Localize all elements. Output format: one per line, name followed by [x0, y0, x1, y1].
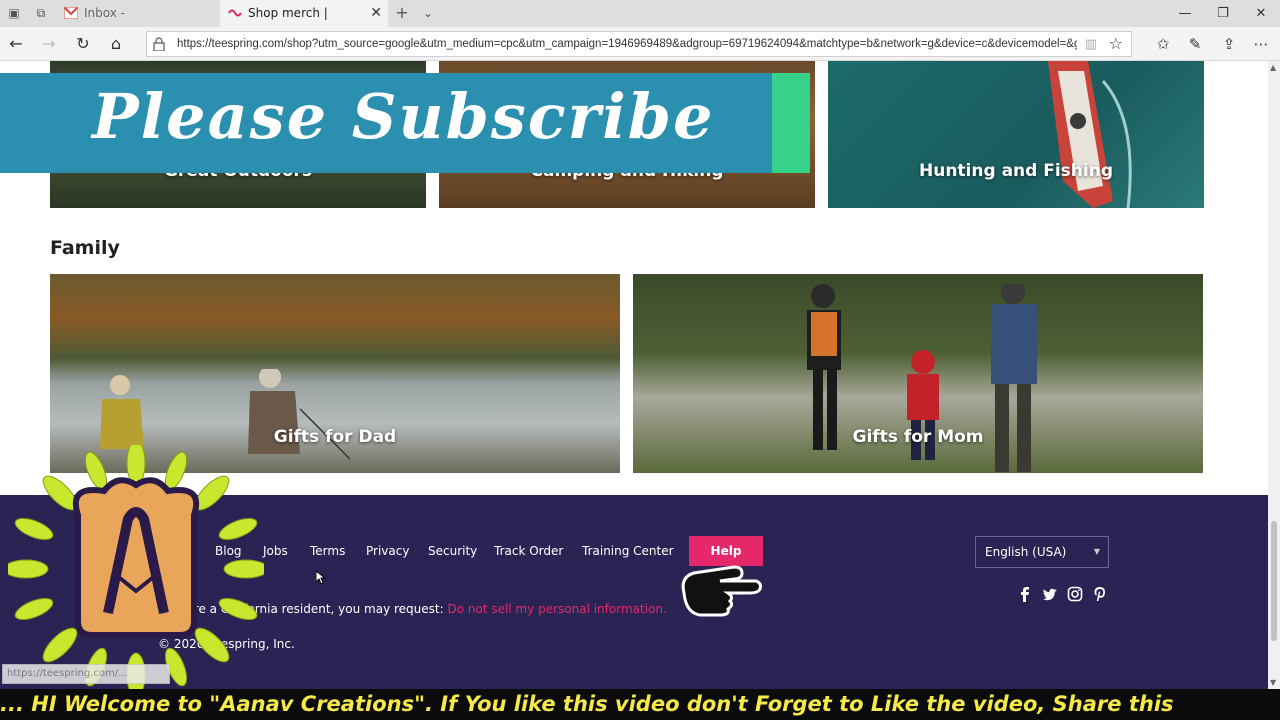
address-toolbar: ← → ↻ ⌂ https://teespring.com/shop?utm_s… — [0, 27, 1280, 61]
footer-link-terms[interactable]: Terms — [310, 544, 345, 558]
twitter-icon[interactable] — [1042, 586, 1058, 602]
language-select[interactable]: English (USA) ▼ — [975, 536, 1109, 568]
home-icon[interactable]: ⌂ — [105, 33, 127, 55]
footer-link-privacy[interactable]: Privacy — [366, 544, 409, 558]
address-bar[interactable]: https://teespring.com/shop?utm_source=go… — [146, 31, 1132, 57]
gmail-icon — [64, 7, 78, 19]
facebook-icon[interactable] — [1017, 586, 1033, 602]
favorites-icon[interactable]: ✩ — [1152, 33, 1174, 55]
pointing-hand-icon — [681, 565, 762, 617]
subscribe-text: Please Subscribe — [92, 80, 715, 153]
minimize-icon[interactable]: — — [1166, 0, 1204, 27]
tab-list-chevron-icon[interactable]: ⌄ — [420, 5, 436, 21]
pinterest-icon[interactable] — [1092, 586, 1108, 602]
tab-bar: ▣ ⧉ Inbox - nigrity@gmail.com Shop merch… — [0, 0, 1280, 47]
close-window-icon[interactable]: ✕ — [1242, 0, 1280, 27]
scroll-thumb[interactable] — [1271, 521, 1277, 641]
share-icon[interactable]: ⇪ — [1218, 33, 1240, 55]
page-scrollbar[interactable]: ▲ ▼ — [1268, 61, 1280, 689]
maximize-icon[interactable]: ❐ — [1204, 0, 1242, 27]
card-label: Gifts for Dad — [273, 427, 397, 447]
subscribe-banner-accent — [772, 73, 810, 173]
reading-view-icon[interactable]: ▥ — [1085, 37, 1097, 52]
lock-icon — [153, 37, 165, 51]
status-bar-url: https://teespring.com/... — [2, 664, 170, 684]
boat-image — [1048, 61, 1132, 208]
do-not-sell-link[interactable]: Do not sell my personal information. — [448, 602, 667, 616]
footer-link-jobs[interactable]: Jobs — [263, 544, 288, 558]
footer-link-security[interactable]: Security — [428, 544, 477, 558]
scrolling-ticker: ... HI Welcome to "Aanav Creations". If … — [0, 689, 1280, 720]
channel-logo — [8, 445, 264, 693]
forward-icon: → — [42, 34, 56, 53]
favorite-star-icon[interactable]: ☆ — [1109, 34, 1123, 53]
set-aside-tabs-icon[interactable]: ⧉ — [33, 5, 49, 21]
category-card-gifts-for-mom[interactable]: Gifts for Mom — [633, 274, 1203, 473]
section-title-family: Family — [50, 237, 120, 259]
footer-link-training-center[interactable]: Training Center — [582, 544, 674, 558]
refresh-icon[interactable]: ↻ — [72, 33, 94, 55]
category-card-gifts-for-dad[interactable]: Gifts for Dad — [50, 274, 620, 473]
scroll-down-icon[interactable]: ▼ — [1270, 678, 1276, 687]
mouse-cursor-icon — [316, 571, 326, 585]
instagram-icon[interactable] — [1067, 586, 1083, 602]
url-text[interactable]: https://teespring.com/shop?utm_source=go… — [177, 32, 1077, 56]
ticker-text: ... HI Welcome to "Aanav Creations". If … — [0, 692, 1174, 716]
new-tab-icon[interactable]: + — [394, 5, 410, 21]
category-card-hunting-fishing[interactable]: Hunting and Fishing — [828, 61, 1204, 208]
teespring-icon — [228, 9, 242, 17]
card-label: Hunting and Fishing — [919, 161, 1113, 181]
tab-actions-icon[interactable]: ▣ — [6, 5, 22, 21]
tab-teespring[interactable]: Shop merch | Teespring ✕ — [220, 0, 388, 47]
tab-gmail[interactable]: Inbox - nigrity@gmail.com — [56, 0, 220, 47]
close-tab-icon[interactable]: ✕ — [370, 0, 382, 27]
pen-icon[interactable]: ✎ — [1184, 33, 1206, 55]
more-icon[interactable]: ⋯ — [1250, 33, 1272, 55]
back-icon[interactable]: ← — [5, 33, 27, 55]
scroll-up-icon[interactable]: ▲ — [1270, 63, 1276, 72]
dropdown-caret-icon: ▼ — [1093, 547, 1100, 556]
language-value: English (USA) — [985, 545, 1067, 559]
footer-link-track-order[interactable]: Track Order — [494, 544, 563, 558]
card-label: Gifts for Mom — [852, 427, 984, 447]
